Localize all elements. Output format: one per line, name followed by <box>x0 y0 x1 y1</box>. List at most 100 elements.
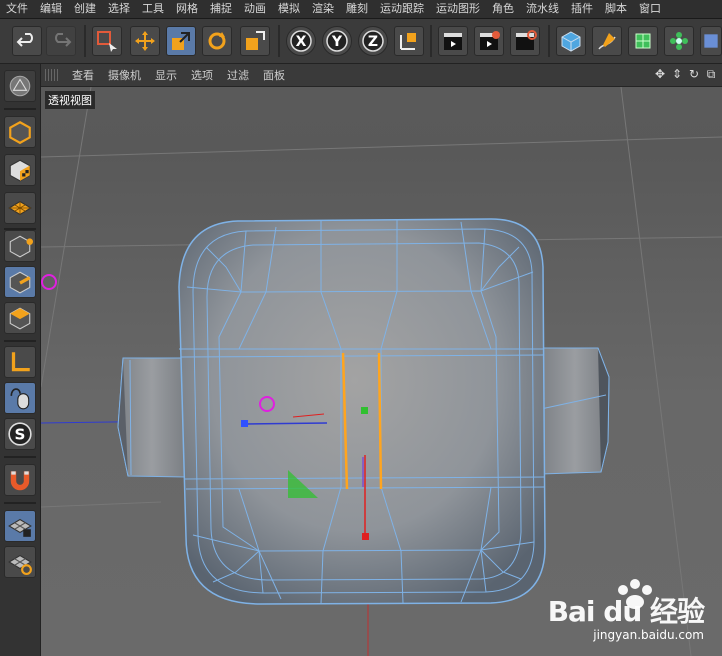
menu-window[interactable]: 窗口 <box>633 0 667 18</box>
menu-simulate[interactable]: 模拟 <box>272 0 306 18</box>
perspective-viewport[interactable]: 透视视图 Bai du 经验 jingyan.baidu.com <box>41 87 722 656</box>
render-picture-viewer-button[interactable] <box>474 26 504 56</box>
menu-select[interactable]: 选择 <box>102 0 136 18</box>
clapperboard-icon <box>444 33 462 50</box>
cube-icon <box>561 31 581 52</box>
menu-script[interactable]: 脚本 <box>599 0 633 18</box>
viewport-menu-view[interactable]: 查看 <box>65 67 101 83</box>
model-cube-icon <box>9 121 31 145</box>
tweak-mode-button[interactable] <box>4 382 36 414</box>
snapping-button[interactable] <box>4 464 36 496</box>
move-icon <box>135 31 155 51</box>
transform-tool-button[interactable] <box>240 26 270 56</box>
viewport-grip-icon[interactable] <box>45 69 59 81</box>
rotate-view-icon[interactable]: ↻ <box>687 67 701 81</box>
transform-icon <box>246 31 265 50</box>
coordinate-system-icon <box>400 33 416 50</box>
gizmo-z-axis[interactable] <box>244 422 328 425</box>
subdivision-surface-icon <box>635 33 651 49</box>
menu-mograph[interactable]: 运动图形 <box>430 0 486 18</box>
menubar: 文件 编辑 创建 选择 工具 网格 捕捉 动画 模拟 渲染 雕刻 运动跟踪 运动… <box>0 0 722 19</box>
right-handle-mesh[interactable] <box>540 347 610 475</box>
menu-plugins[interactable]: 插件 <box>565 0 599 18</box>
points-mode-button[interactable] <box>4 230 36 262</box>
polygons-cube-icon <box>9 307 31 330</box>
dolly-icon[interactable]: ⇕ <box>670 67 684 81</box>
make-editable-icon <box>9 75 31 97</box>
solo-s-icon: S <box>8 422 32 446</box>
viewport-header: 查看 摄像机 显示 选项 过滤 面板 ✥ ⇕ ↻ ⧉ <box>41 64 722 87</box>
viewport-menu-panel[interactable]: 面板 <box>256 67 292 83</box>
pan-icon[interactable]: ✥ <box>653 67 667 81</box>
menu-snap[interactable]: 捕捉 <box>204 0 238 18</box>
pen-spline-button[interactable] <box>592 26 622 56</box>
menu-sculpt[interactable]: 雕刻 <box>340 0 374 18</box>
polygons-mode-button[interactable] <box>4 302 36 334</box>
enable-axis-button[interactable] <box>4 346 36 378</box>
points-cube-icon <box>9 235 33 258</box>
menu-file[interactable]: 文件 <box>0 0 34 18</box>
menu-pipeline[interactable]: 流水线 <box>520 0 565 18</box>
rotate-tool-button[interactable] <box>202 26 232 56</box>
coordinate-system-button[interactable] <box>394 26 424 56</box>
cube-primitive-button[interactable] <box>556 26 586 56</box>
grid-sync-icon <box>8 554 32 575</box>
deformer-button[interactable] <box>700 26 722 56</box>
subdivision-surface-button[interactable] <box>628 26 658 56</box>
menu-mesh[interactable]: 网格 <box>170 0 204 18</box>
menu-edit[interactable]: 编辑 <box>34 0 68 18</box>
viewport-menu-camera[interactable]: 摄像机 <box>101 67 148 83</box>
undo-button[interactable] <box>12 26 42 56</box>
maximize-view-icon[interactable]: ⧉ <box>704 67 718 81</box>
menu-create[interactable]: 创建 <box>68 0 102 18</box>
watermark-title: Bai du 经验 <box>547 595 705 628</box>
menu-character[interactable]: 角色 <box>486 0 520 18</box>
axis-l-icon <box>11 352 30 372</box>
scale-tool-button[interactable] <box>166 26 196 56</box>
live-select-button[interactable] <box>92 26 122 56</box>
workplane-grid-icon <box>8 200 32 216</box>
gizmo-z-handle[interactable] <box>241 420 248 427</box>
redo-button[interactable] <box>46 26 76 56</box>
viewport-menu-options[interactable]: 选项 <box>184 67 220 83</box>
mouse-icon <box>10 388 30 410</box>
axis-x-button[interactable]: X <box>286 26 316 56</box>
texture-checker-icon <box>9 159 31 182</box>
left-handle-mesh[interactable] <box>117 357 187 478</box>
axis-z-button[interactable]: Z <box>358 26 388 56</box>
viewport-menu-filter[interactable]: 过滤 <box>220 67 256 83</box>
svg-text:Z: Z <box>368 34 378 50</box>
svg-text:S: S <box>15 425 26 443</box>
render-settings-button[interactable] <box>510 26 540 56</box>
locked-workplane-button[interactable] <box>4 510 36 542</box>
redo-icon <box>55 33 72 47</box>
viewport-menu-display[interactable]: 显示 <box>148 67 184 83</box>
menu-animate[interactable]: 动画 <box>238 0 272 18</box>
menu-render[interactable]: 渲染 <box>306 0 340 18</box>
edges-mode-button[interactable] <box>4 266 36 298</box>
solo-mode-button[interactable]: S <box>4 418 36 450</box>
planar-workplane-button[interactable] <box>4 546 36 578</box>
undo-icon <box>16 33 33 47</box>
viewport-scene[interactable] <box>41 87 722 656</box>
make-editable-button[interactable] <box>4 70 36 102</box>
magnet-icon <box>10 471 30 491</box>
render-view-button[interactable] <box>438 26 468 56</box>
model-mode-button[interactable] <box>4 116 36 148</box>
gizmo-x-handle[interactable] <box>361 407 368 414</box>
x-axis-icon: X <box>290 30 312 52</box>
tweak-marker-edge <box>41 274 57 290</box>
texture-mode-button[interactable] <box>4 154 36 186</box>
scale-icon <box>172 32 190 50</box>
menu-tools[interactable]: 工具 <box>136 0 170 18</box>
move-tool-button[interactable] <box>130 26 160 56</box>
render-picture-icon <box>480 31 500 50</box>
main-toolbar: X Y Z <box>0 19 722 64</box>
cloner-button[interactable] <box>664 26 694 56</box>
locked-grid-icon <box>8 518 32 537</box>
gizmo-y-handle[interactable] <box>362 533 369 540</box>
svg-text:X: X <box>296 34 307 50</box>
axis-y-button[interactable]: Y <box>322 26 352 56</box>
menu-motion-tracking[interactable]: 运动跟踪 <box>374 0 430 18</box>
workplane-mode-button[interactable] <box>4 192 36 224</box>
